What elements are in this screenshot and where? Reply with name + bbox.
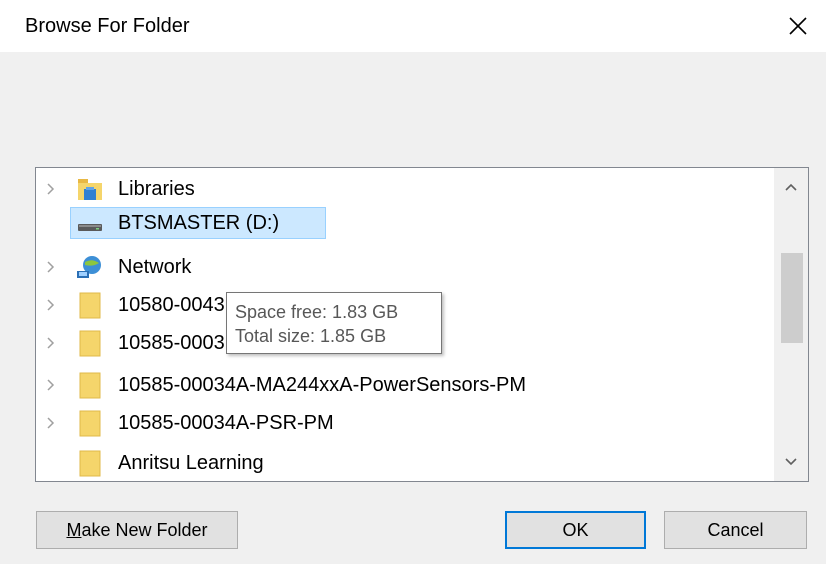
network-icon xyxy=(76,253,104,281)
cancel-button[interactable]: Cancel xyxy=(664,511,807,549)
button-label: OK xyxy=(562,519,589,540)
tree-item-label: 10585-00034A-MA244xxA-PowerSensors-PM xyxy=(118,374,526,396)
vertical-scrollbar[interactable] xyxy=(774,168,808,481)
drive-icon xyxy=(76,209,104,237)
scroll-down-button[interactable] xyxy=(774,445,808,479)
tree-item-label: 10585-0003 xyxy=(118,332,225,354)
folder-icon xyxy=(76,449,104,477)
button-label: Cancel xyxy=(707,519,764,540)
expand-chevron-icon[interactable] xyxy=(44,250,58,284)
expand-chevron-icon[interactable] xyxy=(44,172,58,206)
tooltip-space-free: Space free: 1.83 GB xyxy=(235,302,399,322)
mnemonic-letter: M xyxy=(66,519,82,540)
drive-info-tooltip: Space free: 1.83 GB Total size: 1.85 GB xyxy=(226,292,442,354)
folder-icon xyxy=(76,371,104,399)
title-bar: Browse For Folder xyxy=(0,0,826,52)
dialog-title: Browse For Folder xyxy=(25,15,190,37)
chevron-up-icon xyxy=(785,183,797,191)
folder-icon xyxy=(76,409,104,437)
tooltip-total-size: Total size: 1.85 GB xyxy=(235,326,387,346)
tree-item-label: Libraries xyxy=(118,178,195,200)
close-button[interactable] xyxy=(770,0,826,52)
tree-item-libraries[interactable]: Libraries xyxy=(36,172,776,206)
expand-chevron-icon[interactable] xyxy=(44,406,58,440)
expand-chevron-icon[interactable] xyxy=(44,326,58,360)
tree-item-label: Network xyxy=(118,256,192,278)
tree-item-btsmaster-drive[interactable]: BTSMASTER (D:) xyxy=(36,206,776,240)
folder-icon xyxy=(76,291,104,319)
tree-item-folder[interactable]: 10585-00034A-MA244xxA-PowerSensors-PM xyxy=(36,368,776,402)
scroll-up-button[interactable] xyxy=(774,170,808,204)
scrollbar-thumb[interactable] xyxy=(781,253,803,343)
tree-item-label: 10580-0043 xyxy=(118,294,225,316)
folder-icon xyxy=(76,329,104,357)
tree-item-folder[interactable]: Anritsu Learning xyxy=(36,446,776,480)
tree-item-label: Anritsu Learning xyxy=(118,452,264,474)
button-label: ake New Folder xyxy=(81,519,208,540)
make-new-folder-button[interactable]: Make New Folder xyxy=(36,511,238,549)
instructions-area xyxy=(36,62,796,152)
expand-chevron-icon[interactable] xyxy=(44,368,58,402)
ok-button[interactable]: OK xyxy=(505,511,646,549)
libraries-icon xyxy=(76,175,104,203)
tree-item-network[interactable]: Network xyxy=(36,250,776,284)
close-icon xyxy=(789,17,807,35)
tree-item-label: BTSMASTER (D:) xyxy=(118,212,280,234)
tree-item-folder[interactable]: 10585-00034A-PSR-PM xyxy=(36,406,776,440)
chevron-down-icon xyxy=(785,458,797,466)
expand-chevron-icon[interactable] xyxy=(44,288,58,322)
tree-item-label: 10585-00034A-PSR-PM xyxy=(118,412,334,434)
